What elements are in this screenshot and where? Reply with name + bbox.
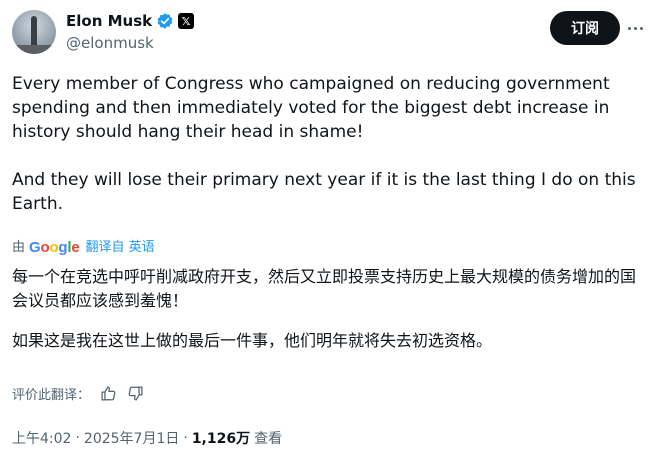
post-time[interactable]: 上午4:02 xyxy=(12,428,71,448)
subscribe-button[interactable]: 订阅 xyxy=(550,11,620,45)
translated-paragraph: 如果这是我在这世上做的最后一件事，他们明年就将失去初选资格。 xyxy=(12,331,493,350)
meta-separator: · xyxy=(75,430,80,446)
rate-translation-label: 评价此翻译： xyxy=(12,388,91,403)
post-paragraph: Every member of Congress who campaigned … xyxy=(12,74,610,142)
post-date[interactable]: 2025年7月1日 xyxy=(84,428,179,448)
more-icon[interactable] xyxy=(625,19,645,37)
meta-separator: · xyxy=(183,430,188,446)
author-name-row: Elon Musk 𝕏 xyxy=(66,12,195,30)
post-text: Every member of Congress who campaigned … xyxy=(12,72,640,216)
author-handle[interactable]: @elonmusk xyxy=(66,34,154,52)
translated-by-label: 由 xyxy=(12,240,26,255)
translated-paragraph: 每一个在竞选中呼吁削减政府开支，然后又立即投票支持历史上最大规模的债务增加的国会… xyxy=(12,267,637,310)
post-paragraph: And they will lose their primary next ye… xyxy=(12,170,636,214)
x-affiliation-icon: 𝕏 xyxy=(178,13,195,29)
post-header: Elon Musk 𝕏 @elonmusk 订阅 xyxy=(12,10,643,56)
verified-badge-icon xyxy=(157,13,173,29)
google-logo: Google xyxy=(29,239,80,256)
translated-text: 每一个在竞选中呼吁削减政府开支，然后又立即投票支持历史上最大规模的债务增加的国会… xyxy=(12,265,644,353)
avatar[interactable] xyxy=(12,10,56,54)
thumbs-up-icon[interactable] xyxy=(100,385,117,402)
rate-translation: 评价此翻译： xyxy=(12,384,144,403)
translation-attribution: 由 Google 翻译自 英语 xyxy=(12,240,155,256)
author-name[interactable]: Elon Musk xyxy=(66,12,152,30)
rocket-image xyxy=(31,16,37,48)
avatar-ground xyxy=(12,45,56,54)
more-dot xyxy=(639,26,643,30)
views-label: 查看 xyxy=(254,431,283,447)
more-dot xyxy=(633,26,637,30)
thumbs-down-icon[interactable] xyxy=(127,385,144,402)
more-dot xyxy=(627,26,631,30)
post-meta: 上午4:02 · 2025年7月1日 · 1,126万 查看 xyxy=(12,428,282,448)
translated-from-link[interactable]: 翻译自 英语 xyxy=(86,240,155,256)
views-count: 1,126万 xyxy=(191,431,251,447)
